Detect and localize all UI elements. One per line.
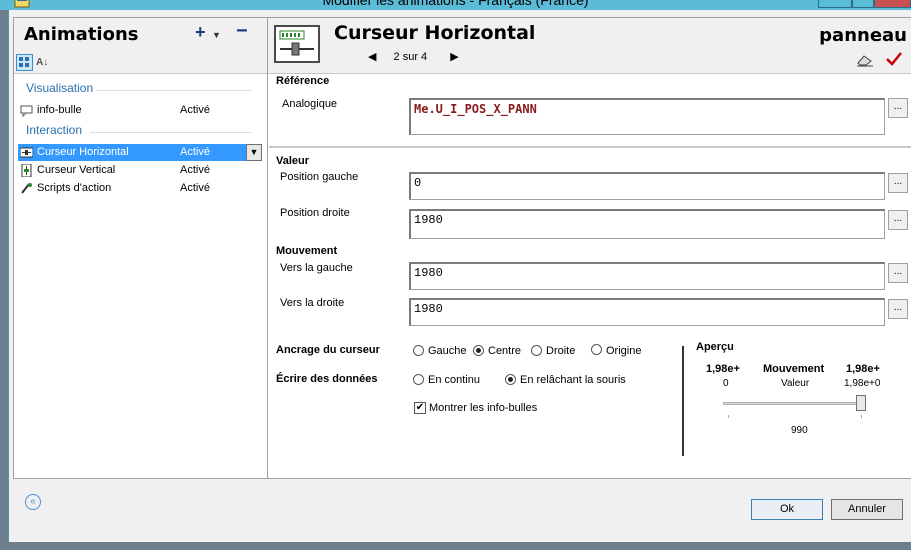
vers-droite-browse-button[interactable]: ...: [888, 299, 908, 319]
list-item-status: Activé: [180, 164, 210, 176]
analogique-label: Analogique: [282, 98, 338, 110]
radio-en-continu[interactable]: [413, 374, 424, 385]
eraser-icon[interactable]: [856, 53, 874, 67]
add-animation-button[interactable]: +: [195, 22, 206, 43]
pager: ◀ 2 sur 4 ▶: [368, 50, 459, 63]
section-divider: [90, 132, 252, 133]
list-item-label: Scripts d'action: [37, 182, 112, 194]
vers-gauche-browse-button[interactable]: ...: [888, 263, 908, 283]
properties-panel: Curseur Horizontal ◀ 2 sur 4 ▶ panneau R…: [267, 17, 911, 479]
vers-droite-label: Vers la droite: [280, 297, 345, 309]
vertical-slider-icon: [21, 164, 32, 177]
position-gauche-label: Position gauche: [280, 171, 359, 183]
radio-relachant-label: En relâchant la souris: [520, 374, 626, 386]
list-item-status: Activé: [180, 146, 210, 158]
list-item-label: Curseur Horizontal: [37, 146, 129, 158]
tooltips-checkbox[interactable]: ✔: [414, 402, 426, 414]
apercu-right-bottom: 1,98e+0: [844, 378, 881, 389]
animation-title: Curseur Horizontal: [334, 22, 536, 44]
apercu-mid-bottom: Valeur: [781, 378, 810, 389]
horizontal-slider-icon: [274, 25, 320, 63]
animations-panel: Animations + ▼ − A↓ Visualisation info-b…: [13, 17, 271, 479]
list-item-label: Curseur Vertical: [37, 164, 116, 176]
position-gauche-browse-button[interactable]: ...: [888, 173, 908, 193]
maximize-button[interactable]: [852, 0, 874, 8]
horizontal-slider-icon: [20, 147, 33, 158]
position-gauche-field[interactable]: 0: [409, 172, 885, 200]
add-dropdown-icon[interactable]: ▼: [212, 30, 221, 40]
object-name: panneau: [819, 25, 907, 46]
list-item-status: Activé: [180, 104, 210, 116]
preview-value: 990: [791, 425, 808, 436]
radio-origine[interactable]: [591, 344, 602, 355]
radio-gauche-label: Gauche: [428, 345, 467, 357]
title-bar: Modifier les animations - Français (Fran…: [0, 0, 911, 10]
next-icon[interactable]: ▶: [450, 51, 458, 63]
apercu-heading: Aperçu: [696, 341, 734, 353]
apercu-right-top: 1,98e+: [846, 363, 880, 375]
list-item-info-bulle[interactable]: info-bulle Activé: [18, 102, 258, 119]
position-droite-browse-button[interactable]: ...: [888, 210, 908, 230]
radio-droite-label: Droite: [546, 345, 576, 357]
section-divider: [96, 90, 252, 91]
position-droite-field[interactable]: 1980: [409, 209, 885, 239]
apercu-mid-top: Mouvement: [763, 363, 825, 375]
list-item-status: Activé: [180, 182, 210, 194]
apercu-divider: [682, 346, 684, 456]
preview-slider-track: [723, 402, 866, 405]
radio-origine-label: Origine: [606, 345, 642, 357]
animations-header: Animations + ▼ − A↓: [14, 18, 270, 74]
animations-title: Animations: [24, 24, 139, 45]
tooltip-icon: [20, 105, 33, 117]
section-divider: [269, 146, 911, 148]
section-interaction: Interaction: [26, 123, 83, 137]
status-dropdown-icon[interactable]: ▼: [246, 144, 262, 161]
script-icon: [21, 183, 32, 194]
window-title: Modifier les animations - Français (Fran…: [322, 0, 589, 8]
radio-centre-label: Centre: [488, 345, 522, 357]
analogique-browse-button[interactable]: ...: [888, 98, 908, 118]
properties-header: Curseur Horizontal ◀ 2 sur 4 ▶ panneau: [268, 18, 911, 74]
close-button[interactable]: [874, 0, 911, 8]
check-icon[interactable]: [885, 51, 903, 67]
collapse-left-icon[interactable]: «: [25, 494, 41, 510]
reference-heading: Référence: [276, 75, 330, 87]
radio-gauche[interactable]: [413, 345, 424, 356]
list-item-curseur-vertical[interactable]: Curseur Vertical Activé: [18, 162, 258, 179]
analogique-field[interactable]: Me.U_I_POS_X_PANN: [409, 98, 885, 135]
tooltips-label: Montrer les info-bulles: [429, 402, 538, 414]
radio-relachant[interactable]: [505, 374, 516, 385]
category-view-icon[interactable]: [16, 54, 33, 71]
ecrire-label: Écrire des données: [276, 373, 378, 385]
radio-centre[interactable]: [473, 345, 484, 356]
vers-gauche-label: Vers la gauche: [280, 262, 353, 274]
position-droite-label: Position droite: [280, 207, 350, 219]
mouvement-heading: Mouvement: [276, 245, 338, 257]
ok-button[interactable]: Ok: [751, 499, 823, 520]
radio-droite[interactable]: [531, 345, 542, 356]
apercu-left-bottom: 0: [723, 378, 729, 389]
list-item-curseur-horizontal[interactable]: Curseur Horizontal Activé ▼: [18, 144, 262, 161]
cancel-button[interactable]: Annuler: [831, 499, 903, 520]
list-item-scripts-action[interactable]: Scripts d'action Activé: [18, 180, 258, 197]
prev-icon[interactable]: ◀: [368, 51, 376, 63]
preview-tick: [728, 415, 729, 418]
valeur-heading: Valeur: [276, 155, 310, 167]
pager-text: 2 sur 4: [393, 51, 428, 63]
vers-gauche-field[interactable]: 1980: [409, 262, 885, 290]
radio-en-continu-label: En continu: [428, 374, 480, 386]
remove-animation-button[interactable]: −: [236, 20, 248, 43]
list-item-label: info-bulle: [37, 104, 82, 116]
dialog-window: Animations + ▼ − A↓ Visualisation info-b…: [8, 10, 911, 542]
apercu-left-top: 1,98e+: [706, 363, 740, 375]
vers-droite-field[interactable]: 1980: [409, 298, 885, 326]
ancrage-label: Ancrage du curseur: [276, 344, 380, 356]
minimize-button[interactable]: [818, 0, 852, 8]
preview-slider-thumb[interactable]: [856, 395, 866, 411]
preview-tick: [861, 415, 862, 418]
sort-alpha-icon[interactable]: A↓: [36, 54, 53, 71]
section-visualisation: Visualisation: [26, 81, 94, 95]
